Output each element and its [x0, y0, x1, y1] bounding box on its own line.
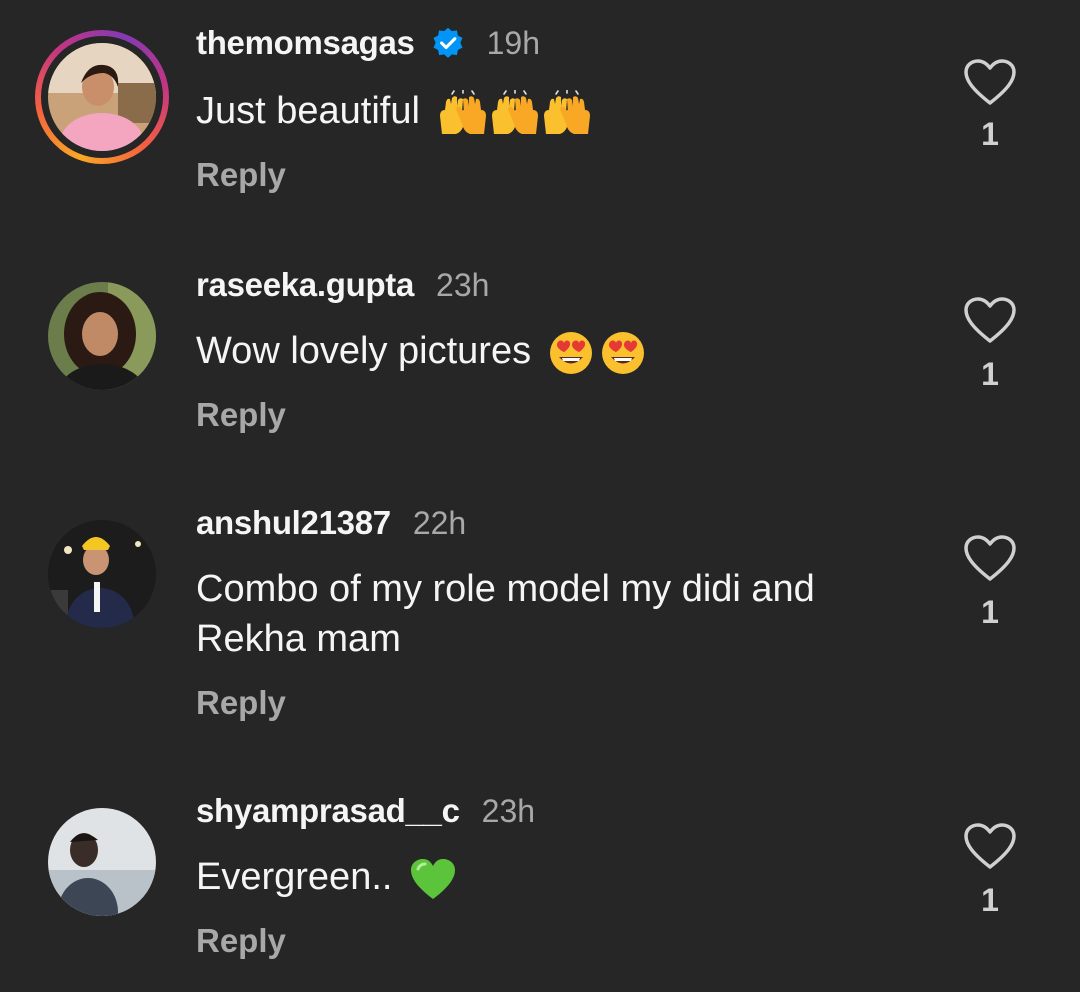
timestamp: 23h	[436, 266, 490, 303]
comment-body: Combo of my role model my didi and Rekha…	[196, 568, 815, 660]
timestamp: 23h	[481, 792, 536, 829]
raising-hands-emoji-icon	[436, 89, 591, 136]
verified-badge-icon	[431, 26, 465, 60]
username[interactable]: anshul21387	[196, 504, 391, 542]
like-button[interactable]	[962, 822, 1018, 872]
reply-button[interactable]: Reply	[196, 684, 286, 722]
comment-item: themomsagas 19h Just beautiful Reply 1	[0, 0, 1080, 230]
story-ring[interactable]	[35, 30, 169, 164]
comment-text: Wow lovely pictures	[196, 326, 916, 376]
reply-button[interactable]: Reply	[196, 156, 286, 194]
username[interactable]: raseeka.gupta	[196, 266, 414, 304]
avatar[interactable]	[48, 282, 156, 390]
like-count: 1	[981, 594, 999, 630]
like-button[interactable]	[962, 296, 1018, 346]
comment-text: Evergreen..	[196, 852, 916, 902]
like-button[interactable]	[962, 534, 1018, 584]
avatar[interactable]	[48, 808, 156, 916]
heart-icon	[964, 535, 1016, 581]
reply-button[interactable]: Reply	[196, 396, 286, 434]
comment-header: themomsagas 19h	[196, 24, 540, 62]
username[interactable]: themomsagas	[196, 24, 415, 62]
comment-body: Evergreen..	[196, 856, 393, 898]
comment-header: anshul21387 22h	[196, 504, 466, 542]
comment-body: Wow lovely pictures	[196, 330, 532, 372]
timestamp: 19h	[486, 24, 541, 61]
heart-eyes-emoji-icon	[548, 330, 648, 376]
green-heart-emoji-icon	[409, 857, 457, 901]
avatar[interactable]	[48, 43, 156, 151]
like-count: 1	[981, 882, 999, 918]
avatar[interactable]	[48, 520, 156, 628]
comment-item: anshul21387 22h Combo of my role model m…	[0, 478, 1080, 758]
heart-icon	[964, 297, 1016, 343]
comment-item: shyamprasad__c 23h Evergreen.. Reply 1	[0, 766, 1080, 992]
timestamp: 22h	[412, 504, 467, 541]
reply-button[interactable]: Reply	[196, 922, 286, 960]
comment-item: raseeka.gupta 23h Wow lovely pictures Re…	[0, 240, 1080, 470]
like-button[interactable]	[962, 58, 1018, 108]
comment-body: Just beautiful	[196, 90, 420, 132]
like-count: 1	[981, 116, 999, 152]
comment-header: shyamprasad__c 23h	[196, 792, 535, 830]
username[interactable]: shyamprasad__c	[196, 792, 460, 830]
heart-icon	[964, 59, 1016, 105]
comment-text: Combo of my role model my didi and Rekha…	[196, 564, 916, 664]
comment-text: Just beautiful	[196, 86, 916, 136]
like-count: 1	[981, 356, 999, 392]
heart-icon	[964, 823, 1016, 869]
comment-header: raseeka.gupta 23h	[196, 266, 489, 304]
